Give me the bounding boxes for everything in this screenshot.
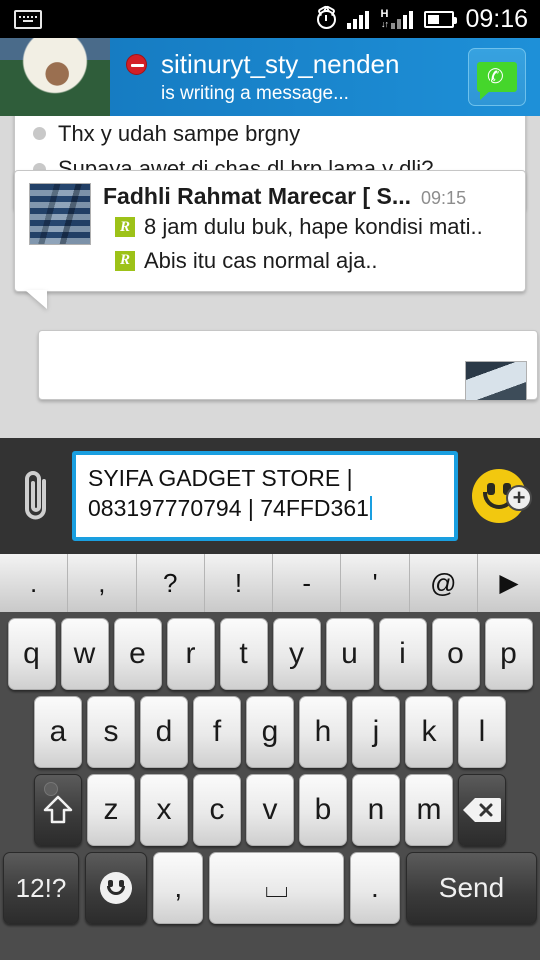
shift-key-icon[interactable] — [34, 774, 82, 846]
alarm-clock-icon — [317, 9, 337, 29]
notification-text-block: sitinuryt_sty_nenden is writing a messag… — [110, 49, 468, 105]
key-s[interactable]: s — [87, 696, 135, 768]
key-x[interactable]: x — [140, 774, 188, 846]
keyboard-row-2: a s d f g h j k l — [3, 696, 537, 768]
hsdpa-signal-icon: H ↓↑ — [380, 9, 414, 29]
message-input-field[interactable]: SYIFA GADGET STORE | 083197770794 | 74FF… — [72, 451, 458, 541]
text-cursor — [369, 496, 372, 521]
battery-icon — [424, 10, 458, 28]
key-l[interactable]: l — [458, 696, 506, 768]
message-line: R 8 jam dulu buk, hape kondisi mati.. — [115, 210, 511, 244]
message-body: R 8 jam dulu buk, hape kondisi mati.. R … — [115, 210, 511, 277]
keyboard-icon — [14, 9, 42, 29]
message-timestamp: 09:15 — [421, 188, 467, 208]
keyboard-rows: q w e r t y u i o p a s d f g h j k l z … — [0, 612, 540, 924]
key-i[interactable]: i — [378, 618, 427, 690]
key-e[interactable]: e — [113, 618, 162, 690]
notification-header[interactable]: sitinuryt_sty_nenden is writing a messag… — [0, 38, 540, 116]
smiley-add-icon[interactable]: + — [458, 469, 540, 523]
punct-key-period[interactable]: . — [0, 554, 69, 612]
bubble-tail — [25, 290, 47, 310]
key-d[interactable]: d — [140, 696, 188, 768]
key-z[interactable]: z — [87, 774, 135, 846]
status-bar-left — [0, 9, 42, 29]
key-period[interactable]: . — [349, 852, 400, 924]
key-c[interactable]: c — [193, 774, 241, 846]
punctuation-suggestion-row: . , ? ! - ' @ ▶ — [0, 554, 540, 612]
keyboard-row-4: 12!? , ⌴ . Send — [3, 852, 537, 924]
signal-bars-icon — [347, 10, 370, 29]
key-p[interactable]: p — [484, 618, 533, 690]
message-avatar — [465, 361, 527, 401]
key-r[interactable]: r — [166, 618, 215, 690]
key-b[interactable]: b — [299, 774, 347, 846]
punct-more-arrow-icon[interactable]: ▶ — [478, 554, 540, 612]
punct-key-at[interactable]: @ — [410, 554, 478, 612]
on-screen-keyboard: . , ? ! - ' @ ▶ q w e r t y u i o p a s … — [0, 554, 540, 960]
keyboard-row-1: q w e r t y u i o p — [3, 618, 537, 690]
message-sender-name: Fadhli Rahmat Marecar [ S... — [103, 183, 412, 209]
key-h[interactable]: h — [299, 696, 347, 768]
key-n[interactable]: n — [352, 774, 400, 846]
read-receipt-badge: R — [115, 216, 135, 237]
chat-message-bubble-partial[interactable] — [38, 330, 538, 401]
punct-key-question[interactable]: ? — [137, 554, 205, 612]
status-bar: H ↓↑ 09:16 — [0, 0, 540, 38]
phone-screen: H ↓↑ 09:16 sitinuryt_sty_nenden 09:14 As… — [0, 0, 540, 960]
key-q[interactable]: q — [7, 618, 56, 690]
message-line: Thx y udah sampe brgny — [33, 116, 511, 152]
key-v[interactable]: v — [246, 774, 294, 846]
punct-key-apostrophe[interactable]: ' — [341, 554, 410, 612]
key-y[interactable]: y — [272, 618, 321, 690]
keyboard-row-3: z x c v b n m — [3, 774, 537, 846]
message-line: R Abis itu cas normal aja.. — [115, 244, 511, 278]
send-button[interactable]: Send — [405, 852, 537, 924]
message-text: Thx y udah sampe brgny — [58, 120, 301, 146]
message-text: Abis itu cas normal aja.. — [144, 247, 378, 273]
read-receipt-badge: R — [115, 250, 135, 271]
contact-avatar — [0, 38, 110, 116]
key-k[interactable]: k — [405, 696, 453, 768]
chat-message-bubble[interactable]: Fadhli Rahmat Marecar [ S... 09:15 R 8 j… — [14, 170, 526, 310]
bullet-dot-icon — [33, 127, 46, 141]
symbols-key[interactable]: 12!? — [3, 852, 79, 924]
space-key[interactable]: ⌴ — [209, 852, 344, 924]
punct-key-hyphen[interactable]: - — [273, 554, 342, 612]
key-o[interactable]: o — [431, 618, 480, 690]
key-j[interactable]: j — [352, 696, 400, 768]
key-u[interactable]: u — [325, 618, 374, 690]
punct-key-comma[interactable]: , — [68, 554, 137, 612]
key-w[interactable]: w — [60, 618, 109, 690]
message-text: 8 jam dulu buk, hape kondisi mati.. — [144, 214, 483, 239]
paperclip-icon[interactable] — [0, 467, 72, 525]
backspace-key-icon[interactable] — [458, 774, 506, 846]
message-avatar — [29, 183, 91, 245]
key-t[interactable]: t — [219, 618, 268, 690]
message-input-bar: SYIFA GADGET STORE | 083197770794 | 74FF… — [0, 438, 540, 554]
message-input-value: SYIFA GADGET STORE | 083197770794 | 74FF… — [88, 465, 369, 522]
plus-badge-icon: + — [506, 485, 532, 511]
status-bar-right: H ↓↑ 09:16 — [317, 5, 540, 34]
punct-key-exclamation[interactable]: ! — [205, 554, 274, 612]
emoji-key-icon[interactable] — [84, 852, 148, 924]
status-clock: 09:16 — [465, 4, 528, 33]
key-g[interactable]: g — [246, 696, 294, 768]
whatsapp-chat-icon[interactable]: ✆ — [468, 48, 526, 106]
keyboard-bottom-padding — [0, 930, 540, 952]
message-header: Fadhli Rahmat Marecar [ S... 09:15 R 8 j… — [29, 183, 511, 277]
key-f[interactable]: f — [193, 696, 241, 768]
typing-status: is writing a message... — [161, 83, 349, 104]
key-m[interactable]: m — [405, 774, 453, 846]
data-arrows-icon: ↓↑ — [380, 19, 389, 29]
key-a[interactable]: a — [34, 696, 82, 768]
do-not-disturb-dot-icon — [126, 54, 147, 75]
key-comma[interactable]: , — [153, 852, 204, 924]
contact-name: sitinuryt_sty_nenden — [161, 49, 400, 79]
